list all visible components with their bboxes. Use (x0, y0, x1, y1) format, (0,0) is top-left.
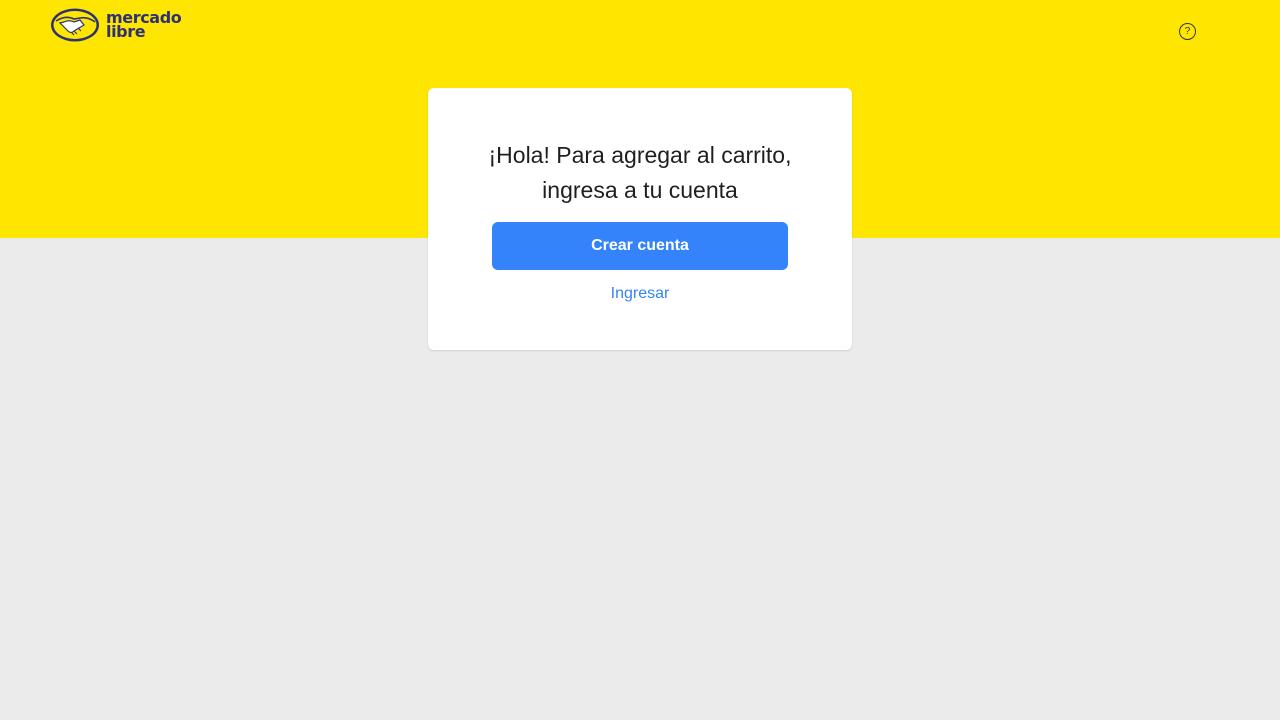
help-glyph: ? (1184, 25, 1191, 37)
page: mercado libre ? ¡Hola! Para agregar al c… (0, 0, 1280, 720)
handshake-icon (50, 7, 100, 43)
question-circle-icon[interactable]: ? (1179, 23, 1196, 40)
create-account-button[interactable]: Crear cuenta (492, 222, 788, 270)
logo-wordmark: mercado libre (106, 10, 182, 41)
login-prompt-card: ¡Hola! Para agregar al carrito, ingresa … (428, 88, 852, 350)
card-title: ¡Hola! Para agregar al carrito, ingresa … (488, 142, 792, 203)
mercado-libre-logo[interactable]: mercado libre (50, 7, 182, 43)
logo-line-2: libre (106, 22, 146, 41)
login-link[interactable]: Ingresar (428, 284, 852, 304)
